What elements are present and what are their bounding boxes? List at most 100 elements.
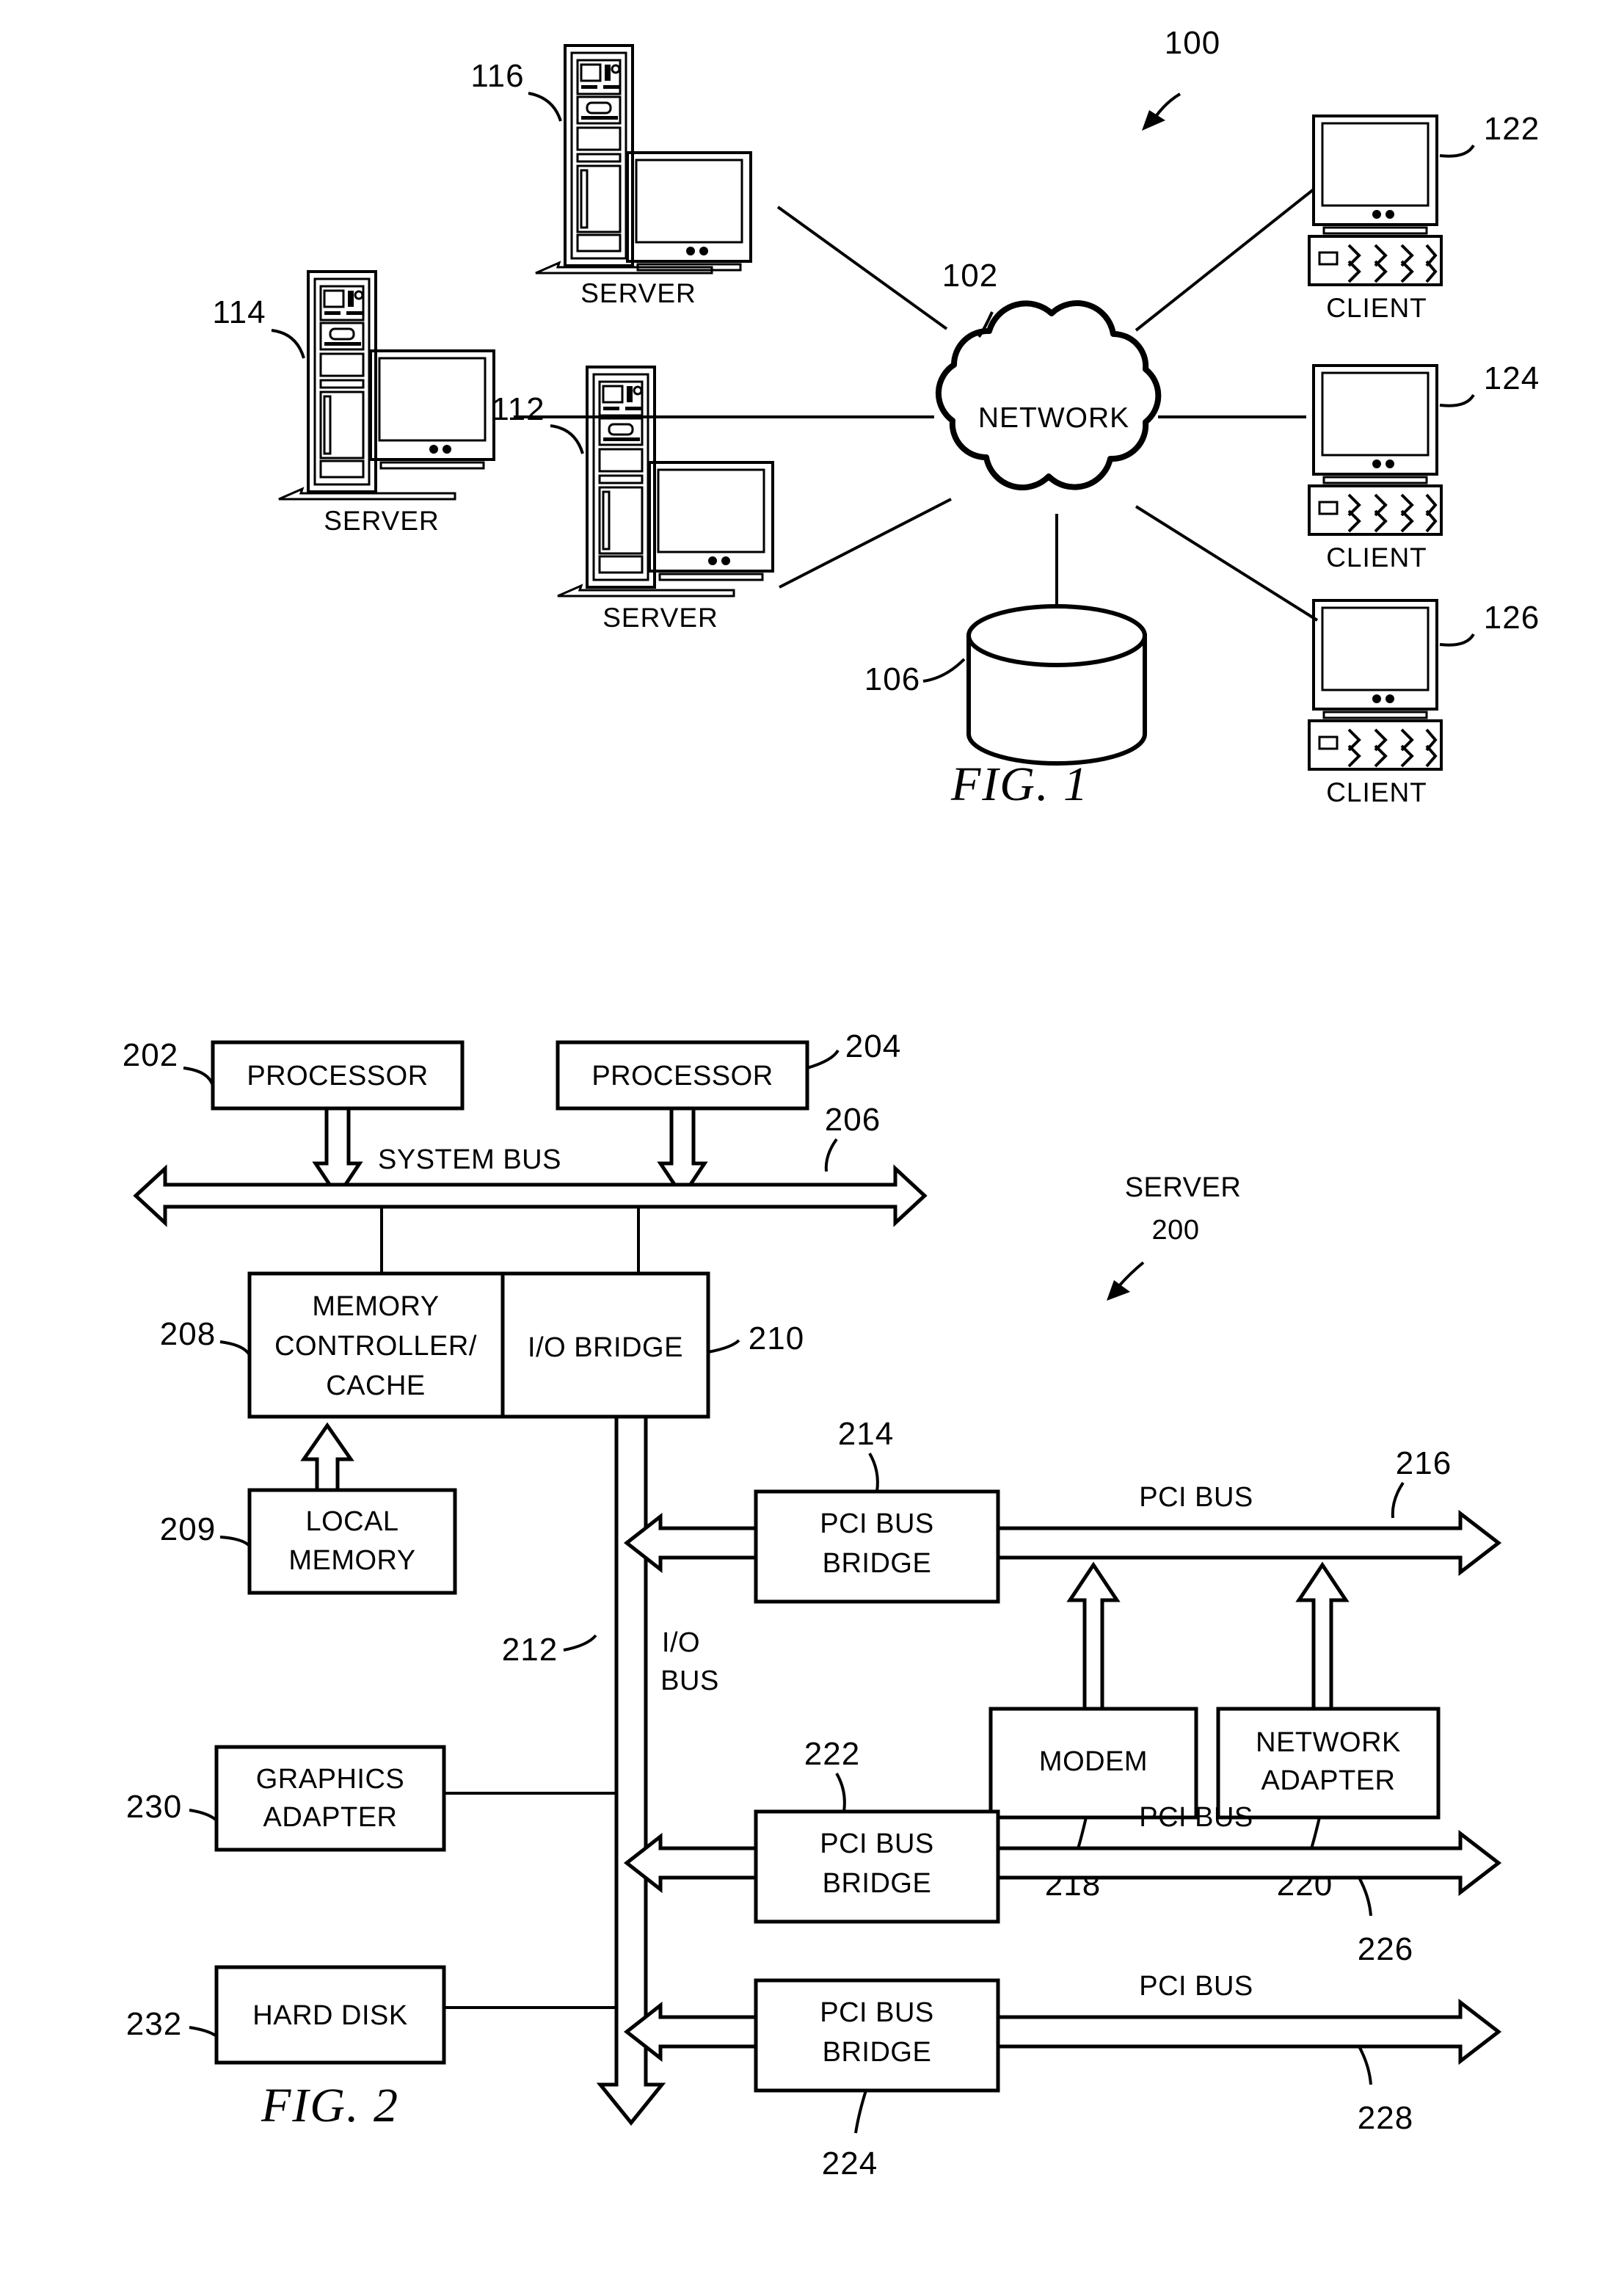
ref212-leader: [563, 1634, 597, 1652]
figure-1: NETWORK 102 100 SERVER 116 SERVER 114 SE…: [212, 25, 1540, 811]
memory-controller-line2: CONTROLLER/: [274, 1331, 477, 1362]
ref-224: 224: [822, 2146, 878, 2182]
ref124-leader: [1439, 393, 1475, 407]
link-client122-network: [1135, 188, 1315, 332]
ref210-leader: [707, 1339, 740, 1354]
processor-2-label: PROCESSOR: [591, 1061, 773, 1091]
server200-arrowhead: [1107, 1280, 1130, 1301]
client-122: CLIENT 122: [1308, 111, 1540, 323]
link-server116-network: [776, 206, 948, 330]
block-processor-2: PROCESSOR 204: [556, 1028, 901, 1111]
ref-232: 232: [126, 2006, 182, 2042]
block-graphics-adapter: GRAPHICS ADAPTER 230: [126, 1745, 446, 1852]
server-200-annotation: SERVER 200: [1107, 1172, 1241, 1301]
ref204-leader: [806, 1049, 840, 1069]
block-pci-bus-bridge-2: PCI BUS BRIDGE 222: [754, 1736, 1000, 1924]
client-126: CLIENT 126: [1308, 599, 1540, 807]
system-bus-arrow: [133, 1164, 928, 1227]
pci-bus-3-label: PCI BUS: [1139, 1971, 1253, 2002]
patent-figure-page: NETWORK 102 100 SERVER 116 SERVER 114 SE…: [0, 0, 1624, 2274]
graphics-adapter-line2: ADAPTER: [263, 1802, 398, 1833]
pci-bus-2-label: PCI BUS: [1139, 1802, 1253, 1833]
ref209-leader: [219, 1536, 251, 1547]
ref232-leader: [189, 2026, 218, 2038]
ref-222: 222: [804, 1736, 860, 1772]
pci-bridge-3-line1: PCI BUS: [820, 1997, 934, 2028]
pci-bridge-3-line2: BRIDGE: [823, 2037, 932, 2068]
local-memory-line1: LOCAL: [305, 1506, 398, 1537]
ref-106: 106: [864, 661, 920, 697]
ref116-leader: [528, 92, 562, 122]
ref-206: 206: [825, 1102, 881, 1138]
local-memory-line2: MEMORY: [288, 1545, 415, 1576]
server-114-label: SERVER: [324, 506, 440, 536]
ref216-leader: [1391, 1481, 1405, 1519]
pci-bus-1-label: PCI BUS: [1139, 1482, 1253, 1513]
server-200-title: SERVER: [1125, 1172, 1242, 1203]
ref112-leader: [550, 424, 584, 454]
io-bridge-label: I/O BRIDGE: [528, 1332, 683, 1363]
client-124: CLIENT 124: [1308, 360, 1540, 573]
network-adapter-line1: NETWORK: [1256, 1727, 1401, 1758]
ref224-leader: [854, 2090, 867, 2134]
ref228-leader: [1358, 2046, 1372, 2085]
ref-112: 112: [491, 391, 545, 427]
block-io-bridge: I/O BRIDGE 210: [500, 1271, 804, 1419]
ref-102: 102: [942, 258, 998, 294]
pci-bridge-2-line2: BRIDGE: [823, 1868, 932, 1899]
network-adapter-line2: ADAPTER: [1261, 1765, 1396, 1796]
link-server112-network: [779, 498, 952, 589]
server-112-label: SERVER: [602, 603, 718, 633]
ref-230: 230: [126, 1789, 182, 1825]
server-200-ref: 200: [1152, 1215, 1200, 1246]
block-pci-bus-bridge-1: PCI BUS BRIDGE 214: [754, 1416, 1000, 1604]
ref-228: 228: [1358, 2100, 1413, 2136]
modem-label: MODEM: [1039, 1746, 1148, 1777]
hard-disk-label: HARD DISK: [252, 2000, 407, 2031]
ref-212: 212: [502, 1632, 558, 1668]
ref100-arrowhead: [1142, 110, 1165, 131]
pci-bus-1-arrow: [996, 1509, 1502, 1577]
memory-controller-line1: MEMORY: [312, 1291, 439, 1322]
ref-114: 114: [212, 294, 266, 330]
memory-controller-line3: CACHE: [326, 1370, 426, 1401]
server-112: SERVER 112: [491, 366, 774, 633]
pci-bridge-1-line1: PCI BUS: [820, 1508, 934, 1539]
ref-116: 116: [470, 58, 524, 94]
figure-2: PROCESSOR 202 PROCESSOR 204 SYSTEM BUS 2…: [123, 1028, 1502, 2182]
ref-208: 208: [160, 1316, 216, 1352]
pci-bridge-1-line2: BRIDGE: [823, 1548, 932, 1579]
figure-2-caption: FIG. 2: [261, 2079, 399, 2132]
io-bus-line2: BUS: [660, 1665, 719, 1696]
ref214-leader: [868, 1452, 879, 1492]
ref-209: 209: [160, 1511, 216, 1547]
server-116: SERVER 116: [470, 44, 752, 308]
arrow-modem-to-pci-bus-1: [1066, 1561, 1121, 1711]
client-124-label: CLIENT: [1326, 542, 1427, 573]
ref-204: 204: [845, 1028, 901, 1064]
graphics-adapter-line1: GRAPHICS: [256, 1764, 404, 1795]
storage-106: 106: [864, 604, 1147, 766]
ref230-leader: [189, 1809, 218, 1822]
ref206-leader: [824, 1138, 838, 1172]
client-126-label: CLIENT: [1326, 777, 1427, 807]
link-client126-network: [1135, 505, 1319, 622]
ref222-leader: [835, 1772, 846, 1812]
ref-122: 122: [1484, 111, 1540, 147]
arrow-local-memory-to-memory-controller: [300, 1422, 354, 1492]
processor-1-label: PROCESSOR: [247, 1061, 428, 1091]
ref-100: 100: [1165, 25, 1220, 61]
pci-bridge-2-line1: PCI BUS: [820, 1828, 934, 1859]
block-processor-1: PROCESSOR 202: [123, 1037, 465, 1111]
server-114: SERVER 114: [212, 270, 495, 536]
ref126-leader: [1439, 633, 1475, 647]
ref-126: 126: [1484, 600, 1540, 636]
ref-124: 124: [1484, 360, 1540, 396]
block-local-memory: LOCAL MEMORY 209: [160, 1488, 457, 1595]
ref226-leader: [1358, 1877, 1372, 1917]
ref-226: 226: [1358, 1931, 1413, 1967]
ref-210: 210: [749, 1321, 804, 1356]
figure-1-caption: FIG. 1: [950, 758, 1089, 811]
system-bus-label: SYSTEM BUS: [378, 1144, 561, 1175]
ref-214: 214: [838, 1416, 894, 1452]
